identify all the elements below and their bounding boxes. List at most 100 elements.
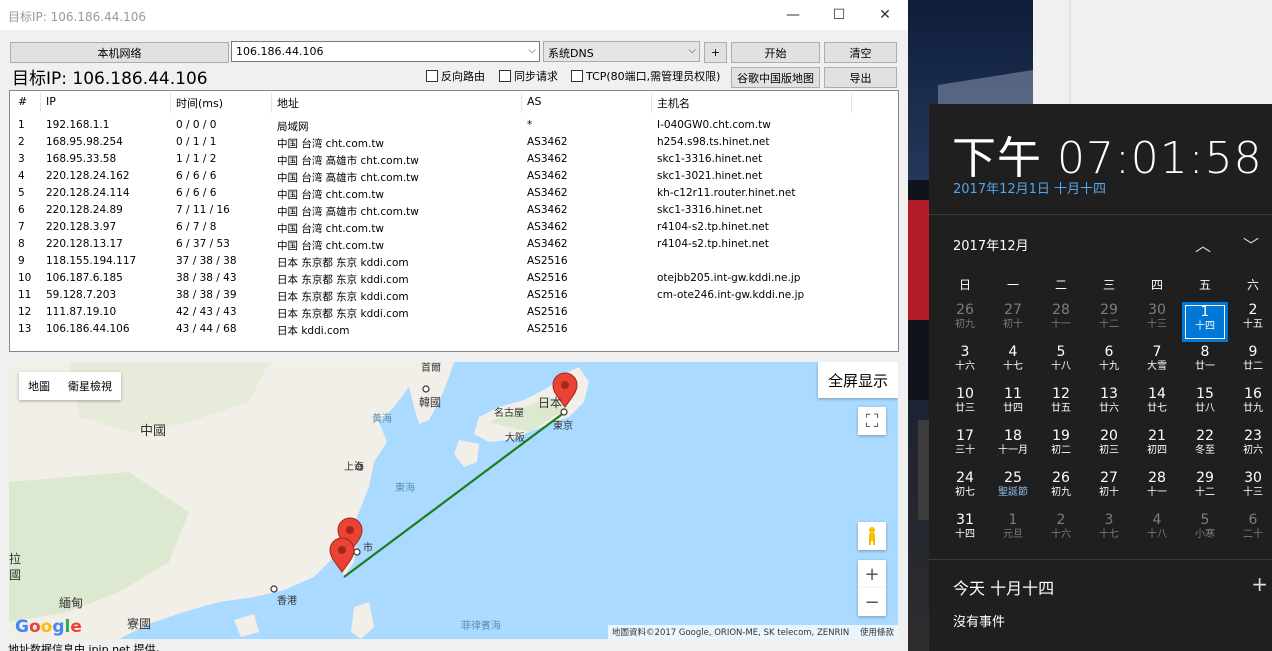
calendar-day[interactable]: 11 廿四 [990,386,1036,426]
calendar-day[interactable]: 30 十三 [1134,302,1180,342]
checkbox-box[interactable] [571,70,583,82]
calendar-day[interactable]: 2 十六 [1038,512,1084,552]
column-divider[interactable] [851,93,852,113]
calendar-day[interactable]: 3 十六 [942,344,988,384]
start-button[interactable]: 开始 [731,42,820,63]
calendar-day[interactable]: 20 初三 [1086,428,1132,468]
fullscreen-text-button[interactable]: 全屏显示 [818,362,898,398]
calendar-day[interactable]: 4 十七 [990,344,1036,384]
map-type-satellite-button[interactable]: 衛星檢視 [59,378,121,394]
month-title[interactable]: 2017年12月 [953,235,1029,254]
map-canvas[interactable] [9,362,898,639]
calendar-day-today[interactable]: 1 十四 [1182,302,1228,342]
table-row[interactable]: 4 220.128.24.162 6 / 6 / 6 中国 台湾 高雄市 cht.co… [10,169,898,186]
ip-input[interactable]: 106.186.44.106 ⌵ [231,41,540,62]
terms-link[interactable]: 使用條款 [860,628,894,638]
calendar-day[interactable]: 12 廿五 [1038,386,1084,426]
column-divider[interactable] [521,93,522,113]
table-row[interactable]: 5 220.128.24.114 6 / 6 / 6 中国 台湾 cht.com.tw… [10,186,898,203]
calendar-day[interactable]: 5 小寒 [1182,512,1228,552]
table-row[interactable]: 6 220.128.24.89 7 / 11 / 16 中国 台湾 高雄市 cht.c… [10,203,898,220]
table-row[interactable]: 1 192.168.1.1 0 / 0 / 0 局域网 * I-040GW0.cht.co… [10,118,898,135]
table-row[interactable]: 10 106.187.6.185 38 / 38 / 43 日本 东京都 东京 kdd… [10,271,898,288]
minimize-button[interactable]: — [770,0,816,30]
calendar-day[interactable]: 6 二十 [1230,512,1272,552]
calendar-day[interactable]: 9 廿二 [1230,344,1272,384]
calendar-day[interactable]: 15 廿八 [1182,386,1228,426]
map-type-map-button[interactable]: 地圖 [19,378,59,394]
column-header-address[interactable]: 地址 [277,95,299,111]
column-divider[interactable] [170,93,171,113]
table-row[interactable]: 8 220.128.13.17 6 / 37 / 53 中国 台湾 cht.com.t… [10,237,898,254]
table-row[interactable]: 9 118.155.194.117 37 / 38 / 38 日本 东京都 东京 kd… [10,254,898,271]
local-network-button[interactable]: 本机网络 [10,42,229,63]
calendar-flyout[interactable]: 下午 07:01:58 2017年12月1日 十月十四 2017年12月 ︿ ﹀… [929,104,1272,651]
table-row[interactable]: 13 106.186.44.106 43 / 44 / 68 日本 kddi.com A… [10,322,898,339]
calendar-day[interactable]: 23 初六 [1230,428,1272,468]
add-button[interactable]: + [704,42,727,63]
column-divider[interactable] [651,93,652,113]
column-header-index[interactable]: # [18,95,27,108]
calendar-day[interactable]: 8 廿一 [1182,344,1228,384]
calendar-day[interactable]: 16 廿九 [1230,386,1272,426]
calendar-day[interactable]: 25 聖誕節 [990,470,1036,510]
checkbox-box[interactable] [426,70,438,82]
close-button[interactable]: ✕ [862,0,908,30]
calendar-day[interactable]: 10 廿三 [942,386,988,426]
route-map[interactable]: 中國 韓國 首爾 黃海 東海 上海 名古屋 大阪 日本 東京 市 香港 緬甸 寮… [9,362,898,639]
table-row[interactable]: 11 59.128.7.203 38 / 38 / 39 日本 东京都 东京 kddi… [10,288,898,305]
calendar-day[interactable]: 27 初十 [1086,470,1132,510]
reverse-route-checkbox[interactable]: 反向路由 [426,68,485,84]
calendar-day[interactable]: 13 廿六 [1086,386,1132,426]
column-header-as[interactable]: AS [527,95,542,108]
calendar-day[interactable]: 26 初九 [942,302,988,342]
fullscreen-icon[interactable]: ⛶ [858,407,886,435]
calendar-day[interactable]: 3 十七 [1086,512,1132,552]
table-row[interactable]: 3 168.95.33.58 1 / 1 / 2 中国 台湾 高雄市 cht.com.… [10,152,898,169]
calendar-day[interactable]: 7 大雪 [1134,344,1180,384]
calendar-day[interactable]: 1 元旦 [990,512,1036,552]
calendar-day[interactable]: 18 十一月 [990,428,1036,468]
calendar-day[interactable]: 19 初二 [1038,428,1084,468]
calendar-day[interactable]: 14 廿七 [1134,386,1180,426]
column-divider[interactable] [271,93,272,113]
calendar-day[interactable]: 5 十八 [1038,344,1084,384]
calendar-day[interactable]: 31 十四 [942,512,988,552]
calendar-day[interactable]: 29 十二 [1086,302,1132,342]
map-type-control[interactable]: 地圖 衛星檢視 [19,372,121,400]
calendar-day[interactable]: 26 初九 [1038,470,1084,510]
calendar-day[interactable]: 4 十八 [1134,512,1180,552]
export-button[interactable]: 导出 [824,67,897,88]
chevron-down-icon[interactable]: ﹀ [1243,232,1259,256]
calendar-day[interactable]: 6 十九 [1086,344,1132,384]
calendar-day[interactable]: 28 十一 [1038,302,1084,342]
results-table[interactable]: # IP 时间(ms) 地址 AS 主机名 1 192.168.1.1 0 / 0 … [9,90,899,352]
calendar-day[interactable]: 28 十一 [1134,470,1180,510]
column-header-time[interactable]: 时间(ms) [176,95,223,111]
calendar-day[interactable]: 2 十五 [1230,302,1272,342]
column-header-hostname[interactable]: 主机名 [657,95,690,111]
calendar-day[interactable]: 21 初四 [1134,428,1180,468]
table-row[interactable]: 7 220.128.3.97 6 / 7 / 8 中国 台湾 cht.com.tw AS… [10,220,898,237]
pegman-icon[interactable] [858,522,886,550]
table-row[interactable]: 12 111.87.19.10 42 / 43 / 43 日本 东京都 东京 kddi… [10,305,898,322]
add-event-button[interactable]: + [1251,572,1268,596]
calendar-day[interactable]: 30 十三 [1230,470,1272,510]
maximize-button[interactable]: ☐ [816,0,862,30]
zoom-out-button[interactable]: − [858,588,886,616]
column-header-ip[interactable]: IP [46,95,56,108]
tcp-mode-checkbox[interactable]: TCP(80端口,需管理员权限) [571,68,720,84]
calendar-day[interactable]: 27 初十 [990,302,1036,342]
calendar-day[interactable]: 24 初七 [942,470,988,510]
chevron-down-icon[interactable]: ⌵ [528,45,536,56]
chevron-up-icon[interactable]: ︿ [1195,232,1211,256]
calendar-day[interactable]: 22 冬至 [1182,428,1228,468]
clear-button[interactable]: 清空 [824,42,897,63]
google-map-button[interactable]: 谷歌中国版地图 [731,67,820,88]
calendar-day[interactable]: 29 十二 [1182,470,1228,510]
checkbox-box[interactable] [499,70,511,82]
column-divider[interactable] [40,93,41,113]
calendar-day[interactable]: 17 三十 [942,428,988,468]
sync-request-checkbox[interactable]: 同步请求 [499,68,558,84]
dns-select[interactable]: 系统DNS ⌵ [543,41,700,62]
